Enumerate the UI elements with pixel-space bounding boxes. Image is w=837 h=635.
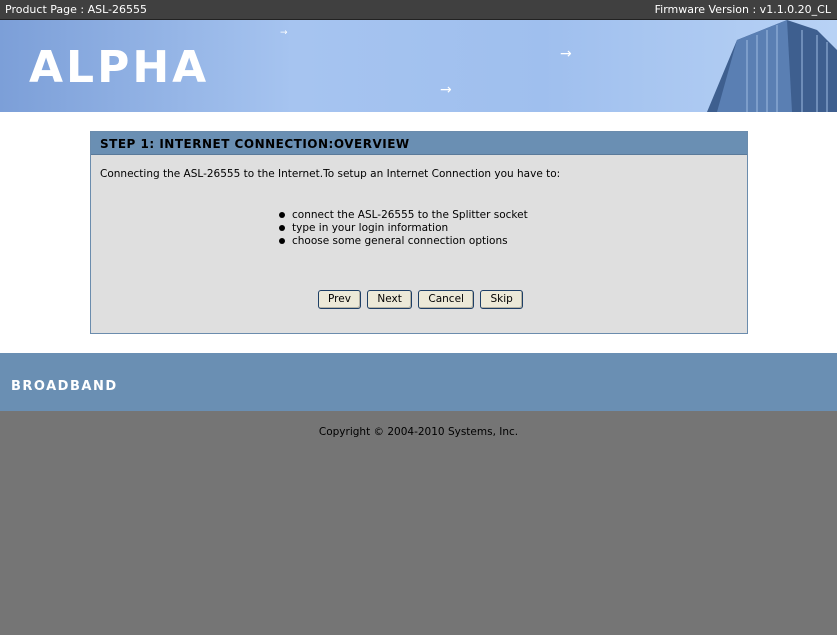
footer-brand: BROADBAND bbox=[11, 379, 118, 394]
list-item: choose some general connection options bbox=[277, 235, 528, 248]
arrow-icon: → bbox=[440, 82, 452, 98]
main-content: STEP 1: INTERNET CONNECTION:OVERVIEW Con… bbox=[0, 112, 837, 353]
brand-logo: ALPHA bbox=[29, 42, 210, 93]
bullet-icon bbox=[279, 225, 285, 231]
header-banner: ALPHA → → → bbox=[0, 20, 837, 112]
wizard-title: STEP 1: INTERNET CONNECTION:OVERVIEW bbox=[91, 132, 747, 155]
top-status-bar: Product Page : ASL-26555 Firmware Versio… bbox=[0, 0, 837, 20]
bullet-icon bbox=[279, 212, 285, 218]
product-page-label: Product Page : ASL-26555 bbox=[5, 3, 147, 16]
bullet-icon bbox=[279, 238, 285, 244]
wizard-intro-text: Connecting the ASL-26555 to the Internet… bbox=[100, 168, 561, 180]
arrow-icon: → bbox=[280, 28, 288, 38]
footer-bar: BROADBAND bbox=[0, 353, 837, 411]
prev-button[interactable]: Prev bbox=[318, 290, 361, 309]
steps-list: connect the ASL-26555 to the Splitter so… bbox=[277, 209, 528, 248]
list-item: connect the ASL-26555 to the Splitter so… bbox=[277, 209, 528, 222]
wizard-buttons: Prev Next Cancel Skip bbox=[318, 290, 526, 309]
list-item: type in your login information bbox=[277, 222, 528, 235]
next-button[interactable]: Next bbox=[367, 290, 412, 309]
skip-button[interactable]: Skip bbox=[480, 290, 523, 309]
cancel-button[interactable]: Cancel bbox=[418, 290, 474, 309]
arrow-icon: → bbox=[560, 46, 572, 62]
firmware-version-label: Firmware Version : v1.1.0.20_CL bbox=[654, 3, 831, 16]
wizard-panel: STEP 1: INTERNET CONNECTION:OVERVIEW Con… bbox=[90, 131, 748, 334]
copyright-text: Copyright © 2004-2010 Systems, Inc. bbox=[318, 426, 519, 438]
building-icon bbox=[707, 20, 837, 112]
